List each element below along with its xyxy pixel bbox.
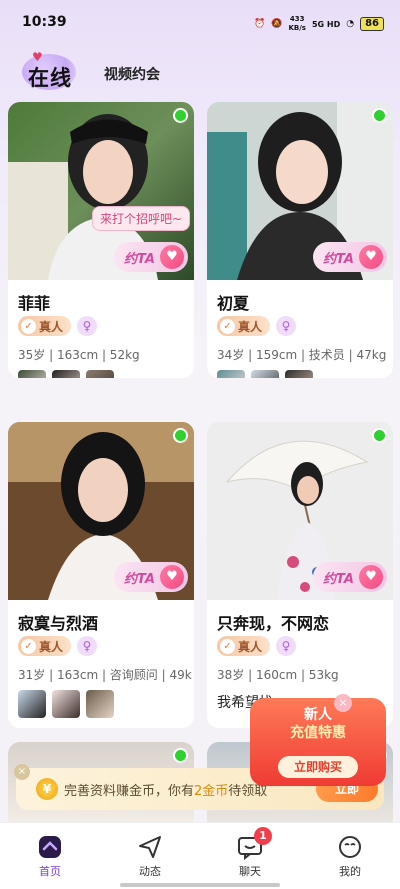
profile-icon	[336, 833, 364, 861]
tab-home[interactable]: 首页	[20, 833, 80, 879]
date-label: 约TA	[124, 251, 155, 267]
thumbnail[interactable]	[18, 690, 46, 718]
photo-thumbnails	[217, 370, 313, 378]
profile-info: 31岁 | 163cm | 咨询顾问 | 49k	[18, 668, 192, 682]
profile-name: 初夏	[217, 294, 250, 313]
tab-moments[interactable]: 动态	[120, 833, 180, 879]
greeting-bubble[interactable]: 来打个招呼吧~	[92, 206, 191, 231]
heart-icon: ♥	[160, 565, 184, 589]
buy-now-button[interactable]: 立即购买	[278, 756, 358, 778]
profile-card[interactable]: 约TA ♥ 只奔现，不网恋 ✓ 真人 ♀ 38岁 | 160cm | 53kg 我…	[207, 422, 393, 728]
tab-mine[interactable]: 我的	[320, 833, 380, 879]
profile-photo[interactable]: 约TA ♥	[207, 102, 393, 280]
thumbnail[interactable]	[18, 370, 46, 378]
female-icon: ♀	[77, 316, 98, 336]
profile-tags: ✓ 真人 ♀	[217, 636, 297, 656]
profile-photo[interactable]: 约TA ♥	[8, 422, 194, 600]
unread-badge: 1	[254, 827, 272, 845]
thumbnail[interactable]	[251, 370, 279, 378]
online-indicator	[173, 428, 188, 443]
profile-info: 38岁 | 160cm | 53kg	[217, 668, 339, 682]
signal-icon: 5G HD	[311, 19, 341, 29]
tab-home-label: 首页	[39, 865, 61, 878]
home-icon	[36, 833, 64, 861]
verified-badge: ✓ 真人	[18, 636, 72, 656]
profile-photo[interactable]: 来打个招呼吧~ 约TA ♥	[8, 102, 194, 280]
photo-thumbnails	[18, 690, 114, 718]
tab-online-label: 在线	[28, 66, 72, 90]
profile-card[interactable]: 约TA ♥ 初夏 ✓ 真人 ♀ 34岁 | 159cm | 技术员 | 47kg	[207, 102, 393, 378]
date-button[interactable]: 约TA ♥	[313, 242, 387, 272]
verified-icon: ✓	[21, 638, 36, 654]
profile-name: 只奔现，不网恋	[217, 614, 330, 633]
chat-icon: 1	[236, 827, 272, 861]
online-indicator	[173, 108, 188, 123]
profile-name: 寂寞与烈酒	[18, 614, 99, 633]
female-icon: ♀	[276, 636, 297, 656]
close-icon[interactable]: ×	[14, 764, 30, 780]
wifi-icon: ◔	[346, 19, 355, 29]
top-tabs: ♥ 在线 视频约会	[0, 44, 400, 100]
profile-tags: ✓ 真人 ♀	[18, 636, 98, 656]
thumbnail[interactable]	[52, 690, 80, 718]
coin-icon: ¥	[36, 778, 58, 800]
profile-name: 菲菲	[18, 294, 51, 313]
heart-icon: ♥	[359, 565, 383, 589]
female-icon: ♀	[77, 636, 98, 656]
profile-info: 34岁 | 159cm | 技术员 | 47kg	[217, 348, 387, 362]
heart-icon: ♥	[160, 245, 184, 269]
photo-thumbnails	[18, 370, 114, 378]
alarm-icon: ⏰	[254, 19, 266, 29]
tab-video-date[interactable]: 视频约会	[104, 64, 160, 84]
promo-subtitle: 充值特惠	[290, 725, 346, 741]
verified-badge: ✓ 真人	[217, 636, 271, 656]
tab-chat-label: 聊天	[239, 865, 261, 878]
online-indicator	[372, 428, 387, 443]
tab-mine-label: 我的	[339, 865, 361, 878]
tab-moments-label: 动态	[139, 865, 161, 878]
verified-badge: ✓ 真人	[217, 316, 271, 336]
online-indicator	[372, 108, 387, 123]
status-bar: 10:39 ⏰ 🔕 433 KB/s 5G HD ◔ 86	[0, 0, 400, 40]
female-icon: ♀	[276, 316, 297, 336]
date-button[interactable]: 约TA ♥	[114, 562, 188, 592]
tab-chat[interactable]: 1 聊天	[220, 827, 280, 879]
online-indicator	[173, 748, 188, 763]
date-label: 约TA	[323, 251, 354, 267]
profile-photo[interactable]: 约TA ♥	[207, 422, 393, 600]
date-label: 约TA	[124, 571, 155, 587]
promo-title: 新人	[304, 707, 332, 723]
status-icons: ⏰ 🔕 433 KB/s 5G HD ◔ 86	[254, 15, 384, 33]
tab-online[interactable]: ♥ 在线	[20, 50, 80, 94]
date-button[interactable]: 约TA ♥	[313, 562, 387, 592]
date-button[interactable]: 约TA ♥	[114, 242, 188, 272]
thumbnail[interactable]	[285, 370, 313, 378]
profile-tags: ✓ 真人 ♀	[18, 316, 98, 336]
battery-indicator: 86	[360, 17, 384, 31]
profile-tags: ✓ 真人 ♀	[217, 316, 297, 336]
status-time: 10:39	[22, 14, 67, 30]
verified-icon: ✓	[21, 318, 36, 334]
home-indicator[interactable]	[120, 883, 280, 887]
heart-icon: ♥	[359, 245, 383, 269]
mute-icon: 🔕	[271, 19, 283, 29]
thumbnail[interactable]	[217, 370, 245, 378]
verified-badge: ✓ 真人	[18, 316, 72, 336]
thumbnail[interactable]	[86, 690, 114, 718]
profile-info: 35岁 | 163cm | 52kg	[18, 348, 140, 362]
bottom-tab-bar: 首页 动态 1 聊天 我的	[0, 822, 400, 889]
thumbnail[interactable]	[86, 370, 114, 378]
network-speed: 433 KB/s	[288, 15, 306, 32]
profile-card[interactable]: 来打个招呼吧~ 约TA ♥ 菲菲 ✓ 真人 ♀ 35岁 | 163cm | 52k…	[8, 102, 194, 378]
verified-icon: ✓	[220, 318, 235, 334]
reward-notice-text: 完善资料赚金币，你有2金币待领取	[64, 784, 268, 799]
verified-icon: ✓	[220, 638, 235, 654]
thumbnail[interactable]	[52, 370, 80, 378]
recharge-promo[interactable]: × 新人 充值特惠 立即购买	[250, 694, 386, 786]
send-icon	[136, 833, 164, 861]
profile-card[interactable]: 约TA ♥ 寂寞与烈酒 ✓ 真人 ♀ 31岁 | 163cm | 咨询顾问 | 4…	[8, 422, 194, 728]
date-label: 约TA	[323, 571, 354, 587]
